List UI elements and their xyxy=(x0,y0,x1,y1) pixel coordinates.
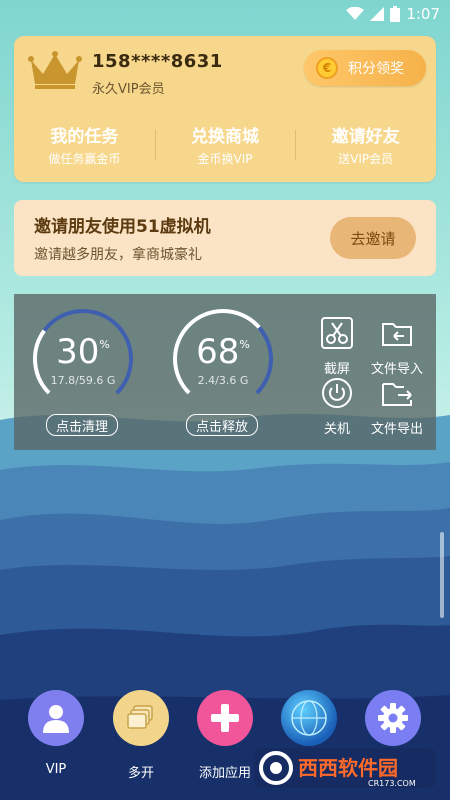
dock-settings[interactable] xyxy=(353,690,433,746)
file-import-label: 文件导入 xyxy=(370,362,423,377)
user-icon xyxy=(43,705,69,733)
invite-friends-item[interactable]: 邀请好友 送VIP会员 xyxy=(295,122,436,168)
folder-import-icon xyxy=(382,323,412,346)
go-invite-button[interactable]: 去邀请 xyxy=(330,217,416,259)
dock-vip[interactable]: VIP xyxy=(16,690,96,777)
exchange-mall-subtitle: 金币换VIP xyxy=(197,152,253,166)
memory-percent-value: 68 xyxy=(196,332,240,372)
invite-banner: 邀请朋友使用51虚拟机 邀请越多朋友，拿商城豪礼 去邀请 xyxy=(14,200,436,276)
dock-vip-circle xyxy=(28,690,84,746)
plus-icon xyxy=(211,704,239,732)
screenshot-label: 截屏 xyxy=(323,362,350,377)
storage-gauge: 30% 17.8/59.6 G xyxy=(28,304,138,414)
invite-friends-subtitle: 送VIP会员 xyxy=(338,152,394,166)
dock-multi-open-circle xyxy=(113,690,169,746)
dock-multi-open-label: 多开 xyxy=(127,766,154,781)
invite-friends-title: 邀请好友 xyxy=(331,127,400,147)
dock-vip-label: VIP xyxy=(45,762,67,777)
points-reward-button[interactable]: € 积分领奖 xyxy=(304,50,426,86)
scissors-icon xyxy=(321,317,353,349)
dock-add-app-circle xyxy=(197,690,253,746)
memory-percent-unit: % xyxy=(239,338,250,351)
shutdown-tool[interactable]: 关机 xyxy=(306,376,368,437)
battery-icon xyxy=(390,6,401,22)
dock-settings-circle xyxy=(365,690,421,746)
memory-size: 2.4/3.6 G xyxy=(197,374,249,387)
file-export-tool[interactable]: 文件导出 xyxy=(366,376,428,437)
my-tasks-title: 我的任务 xyxy=(50,127,119,147)
site-watermark: 西西软件园 CR173.COM xyxy=(254,748,436,788)
wifi-icon xyxy=(346,7,365,20)
storage-size: 17.8/59.6 G xyxy=(50,374,116,387)
crown-icon xyxy=(28,51,82,89)
memory-percent: 68% xyxy=(168,332,278,372)
dock-browser-circle xyxy=(281,690,337,746)
storage-percent-unit: % xyxy=(99,338,110,351)
invite-title: 邀请朋友使用51虚拟机 xyxy=(34,217,211,237)
storage-percent: 30% xyxy=(28,332,138,372)
dock-multi-open[interactable]: 多开 xyxy=(101,690,181,781)
storage-percent-value: 30 xyxy=(56,332,100,372)
vip-actions: 我的任务 做任务赢金币 兑换商城 金币换VIP 邀请好友 送VIP会员 xyxy=(14,122,436,168)
my-tasks-subtitle: 做任务赢金币 xyxy=(48,152,121,166)
coin-icon: € xyxy=(316,57,338,79)
power-icon xyxy=(322,378,352,408)
dock-browser[interactable] xyxy=(269,690,349,746)
invite-subtitle: 邀请越多朋友，拿商城豪礼 xyxy=(34,247,202,263)
watermark-sub: CR173.COM xyxy=(368,779,416,788)
my-tasks-item[interactable]: 我的任务 做任务赢金币 xyxy=(14,122,155,168)
memory-gauge: 68% 2.4/3.6 G xyxy=(168,304,278,414)
file-export-label: 文件导出 xyxy=(370,422,423,437)
stack-icon xyxy=(127,705,153,729)
screenshot-tool[interactable]: 截屏 xyxy=(306,316,368,377)
globe-icon xyxy=(291,700,327,736)
vip-card: 158****8631 永久VIP会员 € 积分领奖 我的任务 做任务赢金币 兑… xyxy=(14,36,436,182)
shutdown-label: 关机 xyxy=(323,422,350,437)
status-bar: 1:07 xyxy=(0,0,450,28)
points-reward-label: 积分领奖 xyxy=(348,61,404,77)
membership-label: 永久VIP会员 xyxy=(92,82,165,97)
status-time: 1:07 xyxy=(406,5,440,23)
gear-icon xyxy=(378,703,408,733)
clean-button[interactable]: 点击清理 xyxy=(46,414,118,436)
signal-icon xyxy=(370,7,385,21)
watermark-text: 西西软件园 xyxy=(298,756,398,780)
exchange-mall-item[interactable]: 兑换商城 金币换VIP xyxy=(154,122,296,168)
user-phone: 158****8631 xyxy=(92,51,223,72)
release-button[interactable]: 点击释放 xyxy=(186,414,258,436)
scroll-indicator[interactable] xyxy=(440,532,444,618)
exchange-mall-title: 兑换商城 xyxy=(191,127,259,147)
system-panel: 30% 17.8/59.6 G 点击清理 68% 2.4/3.6 G 点击释放 … xyxy=(14,294,436,450)
folder-export-icon xyxy=(382,383,412,406)
file-import-tool[interactable]: 文件导入 xyxy=(366,316,428,377)
